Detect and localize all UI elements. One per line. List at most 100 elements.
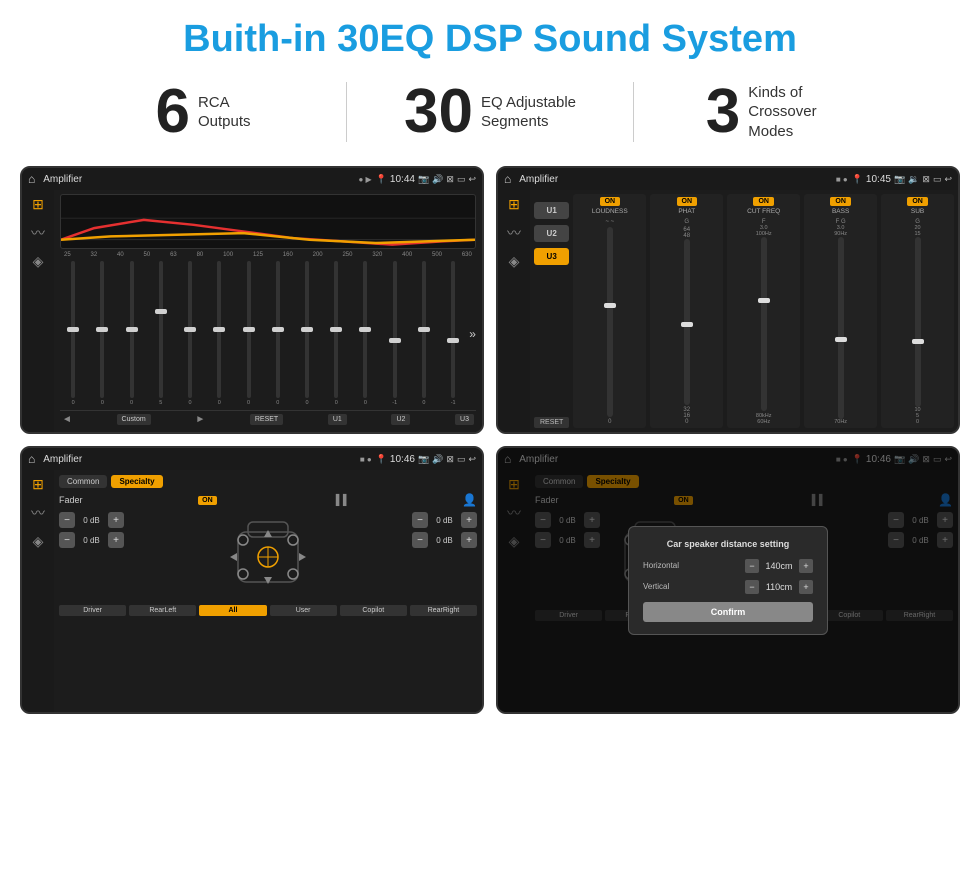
- fader-tab-common[interactable]: Common: [59, 475, 107, 488]
- phat-slider[interactable]: [684, 239, 690, 405]
- fader-minus-4[interactable]: −: [412, 532, 428, 548]
- cross-status-icons: 📍 10:45 📷 🔉 ⊠ ▭ ↩: [852, 174, 952, 185]
- fader-plus-3[interactable]: +: [461, 512, 477, 528]
- cross-preset-u1[interactable]: U1: [534, 202, 569, 219]
- eq-reset-btn[interactable]: RESET: [250, 414, 283, 425]
- cross-preset-u2[interactable]: U2: [534, 225, 569, 242]
- eq-u3-btn[interactable]: U3: [455, 414, 474, 425]
- cross-sidebar-icon1[interactable]: ⊞: [508, 196, 520, 213]
- fader-plus-1[interactable]: +: [108, 512, 124, 528]
- fader-time: 10:46: [390, 454, 415, 465]
- stat-rca-label: RCA Outputs: [198, 93, 251, 132]
- loudness-toggle[interactable]: ON: [600, 197, 621, 206]
- phat-label: PHAT: [678, 208, 695, 215]
- cutfreq-toggle[interactable]: ON: [753, 197, 774, 206]
- fader-slider-row-2: − 0 dB +: [59, 532, 124, 548]
- eq-sidebar-icon2[interactable]: 〰: [31, 223, 45, 243]
- screen-fader-dialog: ⌂ Amplifier ■ ● 📍 10:46 📷 🔊 ⊠ ▭ ↩ ⊞ 〰 ◈: [496, 446, 960, 714]
- stat-rca-number: 6: [155, 81, 189, 143]
- cutfreq-label: CUT FREQ: [747, 208, 780, 215]
- dialog-confirm-button[interactable]: Confirm: [643, 602, 813, 622]
- cross-presets: U1 U2 U3 RESET: [534, 194, 569, 428]
- fader-on-badge[interactable]: ON: [198, 496, 217, 505]
- cross-status-bar: ⌂ Amplifier ■ ● 📍 10:45 📷 🔉 ⊠ ▭ ↩: [498, 168, 958, 190]
- cross-screen-content: ⊞ 〰 ◈ U1 U2 U3 RESET ON LOUDNESS ~ ~: [498, 190, 958, 432]
- eq-slider-9: 0: [323, 261, 349, 406]
- sub-toggle[interactable]: ON: [907, 197, 928, 206]
- eq-slider-2: 0: [118, 261, 144, 406]
- eq-u2-btn[interactable]: U2: [391, 414, 410, 425]
- eq-slider-12: 0: [411, 261, 437, 406]
- fader-sidebar-icon2[interactable]: 〰: [31, 503, 45, 523]
- fader-sidebar-icon1[interactable]: ⊞: [32, 476, 44, 493]
- cross-reset-btn[interactable]: RESET: [534, 417, 569, 428]
- eq-sidebar-icon3[interactable]: ◈: [33, 253, 44, 270]
- eq-prev-arrow[interactable]: ◄: [62, 414, 72, 425]
- eq-next-arrow[interactable]: ►: [195, 414, 205, 425]
- fader-sidebar-icon3[interactable]: ◈: [33, 533, 44, 550]
- screenshots-grid: ⌂ Amplifier ● ▶ 📍 10:44 📷 🔊 ⊠ ▭ ↩ ⊞ 〰 ◈: [0, 158, 980, 724]
- fader-minus-1[interactable]: −: [59, 512, 75, 528]
- fader-val-4: 0 dB: [432, 536, 457, 545]
- loudness-slider[interactable]: [607, 227, 613, 417]
- eq-screen-content: ⊞ 〰 ◈ 2: [22, 190, 482, 432]
- fader-plus-2[interactable]: +: [108, 532, 124, 548]
- fader-btn-user[interactable]: User: [270, 605, 337, 616]
- cross-channels: ON LOUDNESS ~ ~ 0 ON PHAT G 64: [573, 194, 954, 428]
- eq-slider-1: 0: [89, 261, 115, 406]
- cross-preset-u3[interactable]: U3: [534, 248, 569, 265]
- cutfreq-slider[interactable]: [761, 237, 767, 411]
- fader-minus-3[interactable]: −: [412, 512, 428, 528]
- eq-slider-3: 5: [148, 261, 174, 406]
- dialog-horizontal-controls: − 140cm +: [745, 559, 813, 573]
- fader-app-name: Amplifier: [43, 454, 356, 465]
- fader-btn-driver[interactable]: Driver: [59, 605, 126, 616]
- fader-btn-copilot[interactable]: Copilot: [340, 605, 407, 616]
- dialog-horizontal-plus[interactable]: +: [799, 559, 813, 573]
- bass-toggle[interactable]: ON: [830, 197, 851, 206]
- bass-slider[interactable]: [838, 237, 844, 419]
- cross-ch-bass: ON BASS F G 3.0 90Hz 70Hz: [804, 194, 877, 428]
- fader-tab-specialty[interactable]: Specialty: [111, 475, 162, 488]
- phat-toggle[interactable]: ON: [677, 197, 698, 206]
- dialog-vertical-label: Vertical: [643, 582, 669, 591]
- fader-adjust-icon[interactable]: ▐▐: [332, 495, 346, 506]
- fader-val-3: 0 dB: [432, 516, 457, 525]
- dialog-vertical-minus[interactable]: −: [745, 580, 759, 594]
- cross-sidebar-icon3[interactable]: ◈: [509, 253, 520, 270]
- fader-sidebar: ⊞ 〰 ◈: [22, 470, 54, 712]
- fader-left-sliders: − 0 dB + − 0 dB +: [59, 512, 124, 602]
- dialog-horizontal-minus[interactable]: −: [745, 559, 759, 573]
- eq-slider-4: 0: [177, 261, 203, 406]
- eq-graph: [60, 194, 476, 249]
- eq-slider-7: 0: [265, 261, 291, 406]
- eq-u1-btn[interactable]: U1: [328, 414, 347, 425]
- fader-btn-rearright[interactable]: RearRight: [410, 605, 477, 616]
- fader-slider-row-4: − 0 dB +: [412, 532, 477, 548]
- fader-slider-row-3: − 0 dB +: [412, 512, 477, 528]
- eq-main-area: 25 32 40 50 63 80 100 125 160 200 250 32…: [54, 190, 482, 432]
- eq-custom-btn[interactable]: Custom: [117, 414, 151, 425]
- fader-val-1: 0 dB: [79, 516, 104, 525]
- dialog-vertical-value: 110cm: [763, 582, 795, 592]
- stat-crossover-number: 3: [706, 81, 740, 143]
- eq-more-icon[interactable]: »: [469, 327, 476, 341]
- eq-sidebar-icon1[interactable]: ⊞: [32, 196, 44, 213]
- dialog-overlay: Car speaker distance setting Horizontal …: [498, 448, 958, 712]
- sub-slider[interactable]: [915, 237, 921, 407]
- fader-btn-rearleft[interactable]: RearLeft: [129, 605, 196, 616]
- fader-minus-2[interactable]: −: [59, 532, 75, 548]
- fader-btn-all[interactable]: All: [199, 605, 266, 616]
- dialog-vertical-plus[interactable]: +: [799, 580, 813, 594]
- fader-plus-4[interactable]: +: [461, 532, 477, 548]
- cross-time: 10:45: [866, 174, 891, 185]
- fader-main-area: Common Specialty Fader ON ▐▐ 👤 − 0 dB: [54, 470, 482, 712]
- stat-crossover: 3 Kinds of Crossover Modes: [634, 81, 920, 143]
- stat-eq-number: 30: [404, 81, 473, 143]
- cross-home-icon: ⌂: [504, 172, 511, 186]
- screen-fader: ⌂ Amplifier ■ ● 📍 10:46 📷 🔊 ⊠ ▭ ↩ ⊞ 〰 ◈ …: [20, 446, 484, 714]
- car-diagram-svg: [218, 512, 318, 602]
- stat-rca: 6 RCA Outputs: [60, 81, 346, 143]
- screen-crossover: ⌂ Amplifier ■ ● 📍 10:45 📷 🔉 ⊠ ▭ ↩ ⊞ 〰 ◈ …: [496, 166, 960, 434]
- cross-sidebar-icon2[interactable]: 〰: [507, 223, 521, 243]
